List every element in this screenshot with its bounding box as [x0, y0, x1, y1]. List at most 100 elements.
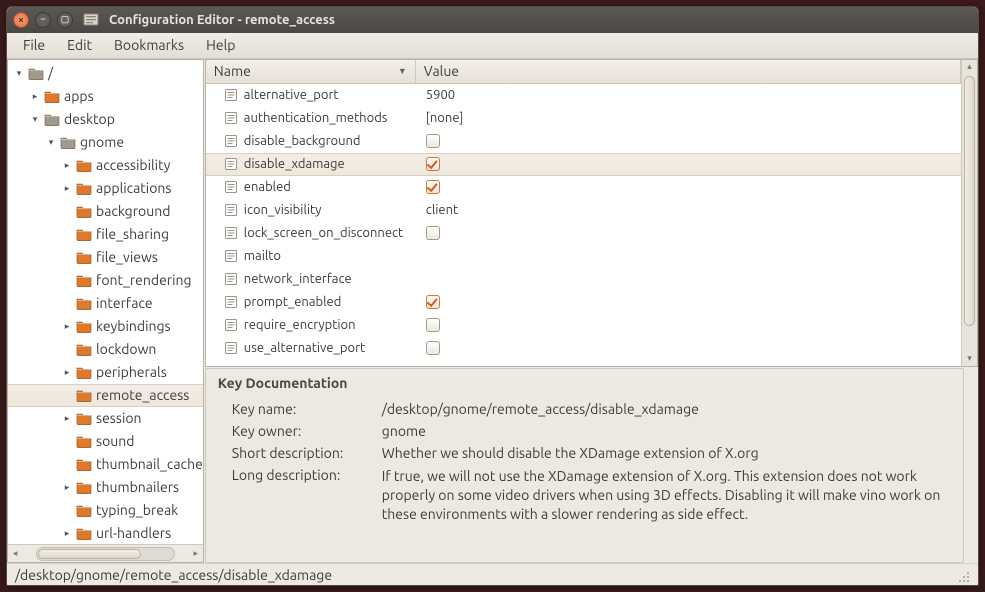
- directory-tree[interactable]: / apps desktop gnome accessibility appli…: [8, 60, 203, 544]
- triangle-right-icon[interactable]: [60, 158, 74, 172]
- tree-row[interactable]: sound: [8, 430, 203, 453]
- tree-row[interactable]: interface: [8, 292, 203, 315]
- window-minimize-button[interactable]: –: [35, 12, 51, 28]
- scrollbar-thumb[interactable]: [964, 76, 975, 326]
- key-row-name-cell: require_encryption: [206, 318, 416, 332]
- triangle-down-icon[interactable]: [28, 112, 42, 126]
- tree-row-label: typing_break: [96, 502, 178, 518]
- key-row[interactable]: lock_screen_on_disconnect: [206, 222, 961, 245]
- triangle-right-icon[interactable]: [60, 181, 74, 195]
- key-row-value-cell[interactable]: [416, 318, 961, 332]
- key-list-vertical-scrollbar[interactable]: ▴ ▾: [961, 60, 977, 366]
- tree-row[interactable]: background: [8, 200, 203, 223]
- tree-row[interactable]: thumbnail_cache: [8, 453, 203, 476]
- scrollbar-track[interactable]: [36, 547, 175, 561]
- tree-row[interactable]: keybindings: [8, 315, 203, 338]
- key-row[interactable]: alternative_port5900: [206, 84, 961, 107]
- scrollbar-thumb[interactable]: [38, 549, 141, 559]
- menu-help[interactable]: Help: [196, 35, 245, 55]
- triangle-right-icon[interactable]: [28, 89, 42, 103]
- tree-horizontal-scrollbar[interactable]: ◂ ▸: [8, 544, 203, 562]
- tree-row-label: peripherals: [96, 364, 167, 380]
- triangle-right-icon[interactable]: [60, 319, 74, 333]
- key-list-header: Name ▼ Value: [206, 60, 961, 84]
- tree-row-label: sound: [96, 433, 134, 449]
- tree-row[interactable]: session: [8, 407, 203, 430]
- column-header-value[interactable]: Value: [416, 60, 961, 83]
- tree-row[interactable]: file_views: [8, 246, 203, 269]
- checkbox[interactable]: [426, 318, 440, 332]
- tree-row[interactable]: applications: [8, 177, 203, 200]
- doc-value-short: Whether we should disable the XDamage ex…: [382, 445, 951, 461]
- key-row-value-cell[interactable]: [none]: [416, 111, 961, 125]
- tree-row[interactable]: apps: [8, 85, 203, 108]
- window: × – ▢ Configuration Editor - remote_acce…: [6, 6, 979, 586]
- column-header-value-label: Value: [424, 63, 459, 79]
- triangle-down-icon[interactable]: [44, 135, 58, 149]
- scroll-down-icon[interactable]: ▾: [962, 352, 977, 366]
- checkbox[interactable]: [426, 341, 440, 355]
- tree-row[interactable]: desktop: [8, 108, 203, 131]
- key-row[interactable]: require_encryption: [206, 314, 961, 337]
- key-row[interactable]: use_alternative_port: [206, 337, 961, 360]
- key-row[interactable]: icon_visibilityclient: [206, 199, 961, 222]
- key-row[interactable]: prompt_enabled: [206, 291, 961, 314]
- window-maximize-button[interactable]: ▢: [57, 12, 73, 28]
- scroll-right-icon[interactable]: ▸: [189, 548, 203, 559]
- checkbox[interactable]: [426, 180, 440, 194]
- folder-icon: [76, 250, 92, 264]
- window-close-button[interactable]: ×: [13, 12, 29, 28]
- tree-row[interactable]: thumbnailers: [8, 476, 203, 499]
- expander-placeholder: [60, 503, 74, 517]
- checkbox[interactable]: [426, 134, 440, 148]
- key-row-value-cell[interactable]: client: [416, 203, 961, 217]
- key-list-body[interactable]: alternative_port5900 authentication_meth…: [206, 84, 961, 366]
- key-row-value-cell[interactable]: [416, 180, 961, 194]
- key-row-value-cell[interactable]: [416, 341, 961, 355]
- doc-label-keyname: Key name:: [232, 401, 372, 417]
- key-row[interactable]: network_interface: [206, 268, 961, 291]
- tree-row[interactable]: font_rendering: [8, 269, 203, 292]
- folder-icon: [76, 204, 92, 218]
- key-row-value-cell[interactable]: [416, 226, 961, 240]
- menu-bookmarks[interactable]: Bookmarks: [104, 35, 194, 55]
- column-header-name[interactable]: Name ▼: [206, 60, 416, 83]
- key-row[interactable]: disable_xdamage: [206, 153, 961, 176]
- key-row[interactable]: enabled: [206, 176, 961, 199]
- key-row-value: [none]: [426, 111, 464, 125]
- tree-row[interactable]: lockdown: [8, 338, 203, 361]
- scroll-left-icon[interactable]: ◂: [8, 548, 22, 559]
- titlebar[interactable]: × – ▢ Configuration Editor - remote_acce…: [7, 7, 978, 33]
- triangle-right-icon[interactable]: [60, 411, 74, 425]
- tree-row[interactable]: accessibility: [8, 154, 203, 177]
- tree-row[interactable]: file_sharing: [8, 223, 203, 246]
- triangle-right-icon[interactable]: [60, 365, 74, 379]
- tree-row[interactable]: /: [8, 62, 203, 85]
- tree-row-label: thumbnail_cache: [96, 456, 203, 472]
- key-row-value-cell[interactable]: 5900: [416, 88, 961, 102]
- key-row-value-cell[interactable]: [416, 134, 961, 148]
- triangle-right-icon[interactable]: [60, 526, 74, 540]
- tree-row[interactable]: peripherals: [8, 361, 203, 384]
- tree-row[interactable]: gnome: [8, 131, 203, 154]
- key-row-name-cell: use_alternative_port: [206, 341, 416, 355]
- key-row-value-cell[interactable]: [416, 157, 961, 171]
- checkbox[interactable]: [426, 157, 440, 171]
- triangle-right-icon[interactable]: [60, 480, 74, 494]
- resize-grip[interactable]: [954, 567, 970, 583]
- tree-row[interactable]: url-handlers: [8, 522, 203, 544]
- tree-row[interactable]: remote_access: [8, 384, 203, 407]
- key-row[interactable]: mailto: [206, 245, 961, 268]
- checkbox[interactable]: [426, 295, 440, 309]
- menu-file[interactable]: File: [13, 35, 55, 55]
- menu-edit[interactable]: Edit: [57, 35, 102, 55]
- tree-row[interactable]: typing_break: [8, 499, 203, 522]
- key-row[interactable]: disable_background: [206, 130, 961, 153]
- key-row-name: network_interface: [244, 272, 352, 286]
- directory-tree-pane: / apps desktop gnome accessibility appli…: [7, 59, 204, 563]
- key-row[interactable]: authentication_methods[none]: [206, 107, 961, 130]
- checkbox[interactable]: [426, 226, 440, 240]
- key-row-value-cell[interactable]: [416, 295, 961, 309]
- scroll-up-icon[interactable]: ▴: [962, 60, 977, 74]
- triangle-down-icon[interactable]: [12, 66, 26, 80]
